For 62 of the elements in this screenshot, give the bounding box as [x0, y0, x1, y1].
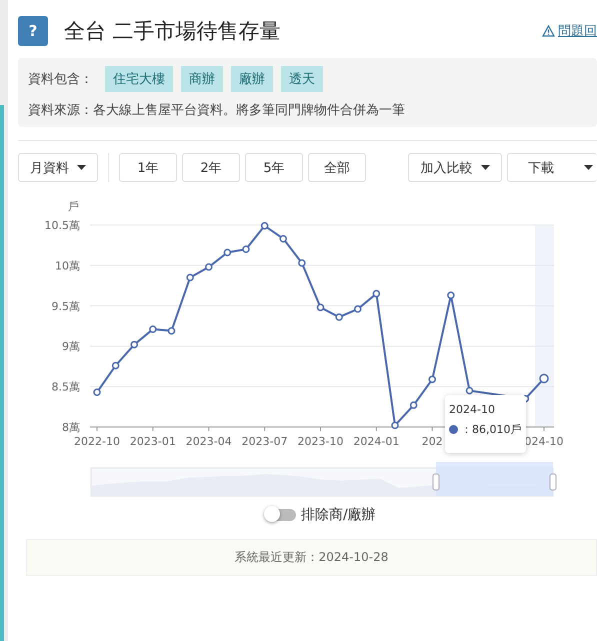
data-point	[391, 422, 399, 430]
tooltip-title: 2024-10	[449, 403, 496, 416]
y-tick-label: 9.5萬	[52, 300, 80, 313]
series-dot	[449, 425, 458, 434]
range-button[interactable]: 5年	[245, 153, 303, 182]
x-tick-label: 024-10	[524, 435, 564, 448]
data-point	[224, 248, 232, 256]
x-tick-label: 2023-04	[186, 435, 232, 448]
compare-dropdown[interactable]: 加入比較	[408, 153, 502, 182]
data-point	[428, 376, 436, 384]
x-tick-label: 202	[422, 435, 443, 448]
source-text: 資料來源：各大線上售屋平台資料。將多筆同門牌物件合併為一筆	[28, 102, 406, 119]
data-point	[410, 401, 418, 409]
y-tick-label: 10萬	[55, 259, 80, 272]
data-point	[354, 305, 362, 313]
caret-icon	[77, 165, 86, 170]
data-point	[539, 374, 549, 384]
x-tick-label: 2023-10	[298, 435, 344, 448]
period-dropdown[interactable]: 月資料	[18, 153, 98, 182]
data-point	[298, 259, 306, 267]
category-tag: 廠辦	[231, 66, 273, 92]
x-tick-label: 2023-01	[130, 435, 176, 448]
data-point	[130, 340, 138, 348]
y-tick-label: 10.5萬	[44, 219, 80, 232]
data-point	[112, 362, 120, 370]
caret-icon	[584, 165, 593, 170]
x-tick-label: 2023-07	[242, 435, 288, 448]
x-tick-label: 2024-01	[353, 435, 400, 448]
data-point	[168, 327, 176, 335]
data-point	[372, 290, 380, 298]
data-point	[335, 313, 343, 321]
range-slider[interactable]	[90, 462, 556, 496]
y-tick-label: 8萬	[62, 421, 80, 434]
y-axis-label: 戶	[68, 200, 79, 213]
data-point	[316, 304, 324, 312]
range-button[interactable]: 2年	[182, 153, 240, 182]
tooltip-value: ：86,010戶	[461, 422, 522, 437]
toggle-label: 排除商/廠辦	[301, 506, 376, 524]
download-dropdown[interactable]: 下載	[507, 153, 597, 182]
data-point	[242, 246, 250, 253]
data-point	[149, 325, 157, 333]
data-point	[280, 234, 287, 242]
data-point	[93, 388, 101, 396]
category-tag: 商辦	[181, 66, 223, 92]
range-button[interactable]: 1年	[119, 153, 177, 182]
x-tick-label: 2022-10	[74, 435, 120, 448]
warning-icon	[542, 25, 555, 37]
y-tick-label: 8.5萬	[52, 380, 80, 394]
page-title: 全台 二手市場待售存量	[64, 18, 282, 45]
data-point	[447, 292, 455, 300]
category-tag: 透天	[281, 66, 323, 92]
data-point	[260, 222, 268, 230]
include-label: 資料包含：	[28, 71, 93, 88]
update-banner: 系統最近更新：2024-10-28	[26, 539, 597, 576]
y-tick-label: 9萬	[62, 340, 80, 354]
data-point	[186, 274, 194, 282]
data-point	[205, 263, 212, 271]
toggle-switch[interactable]	[266, 509, 296, 521]
caret-icon	[480, 165, 490, 170]
help-icon[interactable]: ?	[18, 16, 48, 46]
range-button[interactable]: 全部	[308, 153, 366, 182]
category-tag: 住宅大樓	[105, 66, 173, 92]
